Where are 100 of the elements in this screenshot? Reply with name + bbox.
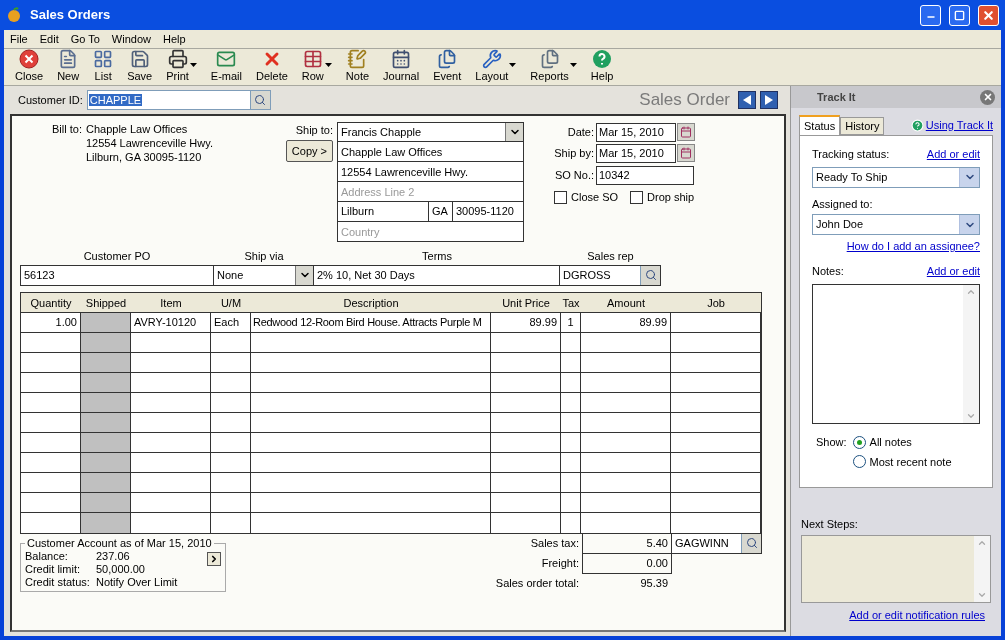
checkbox[interactable]: Drop ship — [630, 189, 695, 206]
freight-value: 0.00 — [582, 553, 672, 574]
ship-to-contact-dropdown[interactable]: Francis Chapple — [337, 122, 524, 142]
country-field[interactable]: Country — [337, 222, 524, 242]
customer-po-field[interactable]: 56123 — [20, 264, 214, 286]
toolbar-button[interactable]: Event — [426, 49, 469, 85]
bill-to-line: Lilburn, GA 30095-1120 — [85, 150, 203, 164]
help-icon — [592, 49, 613, 69]
tab[interactable]: Status — [799, 115, 841, 135]
account-label: Balance: — [25, 549, 69, 563]
checkbox[interactable]: Close SO — [554, 189, 619, 206]
group-title: Customer Account as of Mar 15, 2010 — [25, 536, 214, 550]
toolbar-button[interactable]: Help — [583, 49, 621, 85]
tax-code-field[interactable]: GAGWINN — [672, 533, 762, 554]
calendar-button[interactable] — [677, 144, 695, 162]
radio-option[interactable]: Most recent note — [852, 453, 952, 470]
ship-via-dropdown[interactable]: None — [214, 264, 314, 286]
toolbar-button[interactable]: New — [50, 49, 87, 85]
lookup-button[interactable] — [640, 265, 660, 285]
maximize-button[interactable] — [949, 4, 970, 26]
menu-item[interactable]: File — [10, 30, 28, 48]
field-label: Customer PO — [83, 249, 151, 264]
form-title: Sales Order — [639, 89, 730, 112]
dropdown-button[interactable] — [295, 265, 313, 285]
tracking-status-dropdown[interactable]: Ready To Ship — [812, 166, 980, 188]
maximize-icon — [954, 9, 965, 21]
next-steps-field[interactable] — [801, 534, 991, 603]
search-icon — [644, 269, 657, 281]
account-value: 50,000.00 — [96, 562, 145, 576]
table-cell: Each — [211, 312, 251, 332]
dropdown-button[interactable] — [505, 123, 523, 141]
notification-rules-link[interactable]: Add or edit notification rules — [849, 606, 985, 623]
grid-icon — [93, 49, 114, 69]
toolbar-button[interactable]: Note — [338, 49, 377, 85]
lookup-button[interactable] — [249, 91, 270, 109]
close-panel-button[interactable] — [980, 89, 995, 105]
customer-id-field[interactable]: CHAPPLE — [86, 90, 271, 110]
table-cell: 89.99 — [491, 312, 561, 332]
date-field[interactable]: Mar 15, 2010 — [596, 143, 676, 163]
toolbar-button[interactable]: E-mail — [203, 49, 249, 85]
terms-field[interactable]: 2% 10, Net 30 Days — [314, 264, 560, 286]
bill-to-line: Chapple Law Offices — [85, 122, 189, 136]
close-icon — [982, 92, 993, 102]
chevron-right-icon — [209, 553, 219, 564]
dropdown-arrow-icon — [324, 63, 332, 67]
help-link[interactable]: How do I add an assignee? — [846, 238, 980, 255]
menu-item[interactable]: Help — [163, 30, 186, 48]
city-field[interactable]: Lilburn — [337, 202, 429, 222]
toolbar-button[interactable]: Save — [120, 49, 160, 85]
app-icon — [6, 7, 22, 23]
tab[interactable]: History — [840, 117, 885, 135]
add-edit-link[interactable]: Add or edit — [926, 262, 980, 279]
table-icon — [302, 49, 323, 69]
toolbar-button[interactable]: List — [86, 49, 121, 85]
address-field[interactable]: Chapple Law Offices — [337, 142, 524, 162]
right-triangle-icon — [765, 95, 773, 105]
copy-button[interactable]: Copy > — [285, 140, 333, 162]
window-title: Sales Orders — [30, 6, 112, 25]
address-field[interactable]: Address Line 2 — [337, 182, 524, 202]
sales-rep-field[interactable]: DGROSS — [560, 264, 661, 286]
date-field[interactable]: Mar 15, 2010 — [596, 122, 676, 142]
bill-to-line: 12554 Lawrenceville Hwy. — [85, 136, 213, 150]
toolbar-button[interactable]: Print — [159, 49, 204, 85]
envelope-icon — [216, 49, 237, 69]
toolbar-button[interactable]: Layout — [468, 49, 524, 85]
column-header: Item — [159, 295, 183, 311]
close-button[interactable] — [978, 4, 999, 26]
field-label: Date: — [566, 124, 595, 140]
zip-field[interactable]: 30095-1120 — [453, 202, 524, 222]
toolbar-button[interactable]: Close — [8, 49, 51, 85]
column-header: Tax — [561, 295, 581, 311]
so-number-field[interactable]: 10342 — [596, 165, 694, 185]
account-value: Notify Over Limit — [96, 575, 178, 589]
help-link[interactable]: Using Track It — [925, 116, 993, 133]
menu-item[interactable]: Edit — [39, 30, 59, 48]
radio-option[interactable]: All notes — [852, 434, 952, 451]
menu-item[interactable]: Go To — [70, 30, 100, 48]
minimize-button[interactable] — [920, 4, 941, 26]
toolbar-button[interactable]: Journal — [376, 49, 427, 85]
state-field[interactable]: GA — [429, 202, 453, 222]
address-field[interactable]: 12554 Lawrenceville Hwy. — [337, 162, 524, 182]
total-label: Freight: — [540, 556, 580, 572]
toolbar-button[interactable]: Delete — [249, 49, 295, 85]
column-header: Unit Price — [501, 295, 551, 311]
assignee-dropdown[interactable]: John Doe — [812, 214, 980, 235]
previous-button[interactable] — [738, 91, 756, 109]
column-header: Description — [342, 295, 400, 311]
column-header: Shipped — [84, 295, 128, 311]
next-button[interactable] — [760, 91, 778, 109]
close-icon — [982, 8, 995, 22]
menu-item[interactable]: Window — [111, 30, 151, 48]
column-header: U/M — [219, 295, 243, 311]
toolbar-button[interactable]: Row — [294, 49, 339, 85]
notes-field[interactable] — [812, 284, 980, 424]
dropdown-arrow-icon — [509, 63, 517, 67]
add-edit-link[interactable]: Add or edit — [926, 146, 980, 163]
expand-button[interactable] — [207, 551, 221, 566]
account-label: Credit status: — [25, 575, 91, 589]
toolbar-button[interactable]: Reports — [523, 49, 584, 85]
calendar-button[interactable] — [677, 123, 695, 141]
